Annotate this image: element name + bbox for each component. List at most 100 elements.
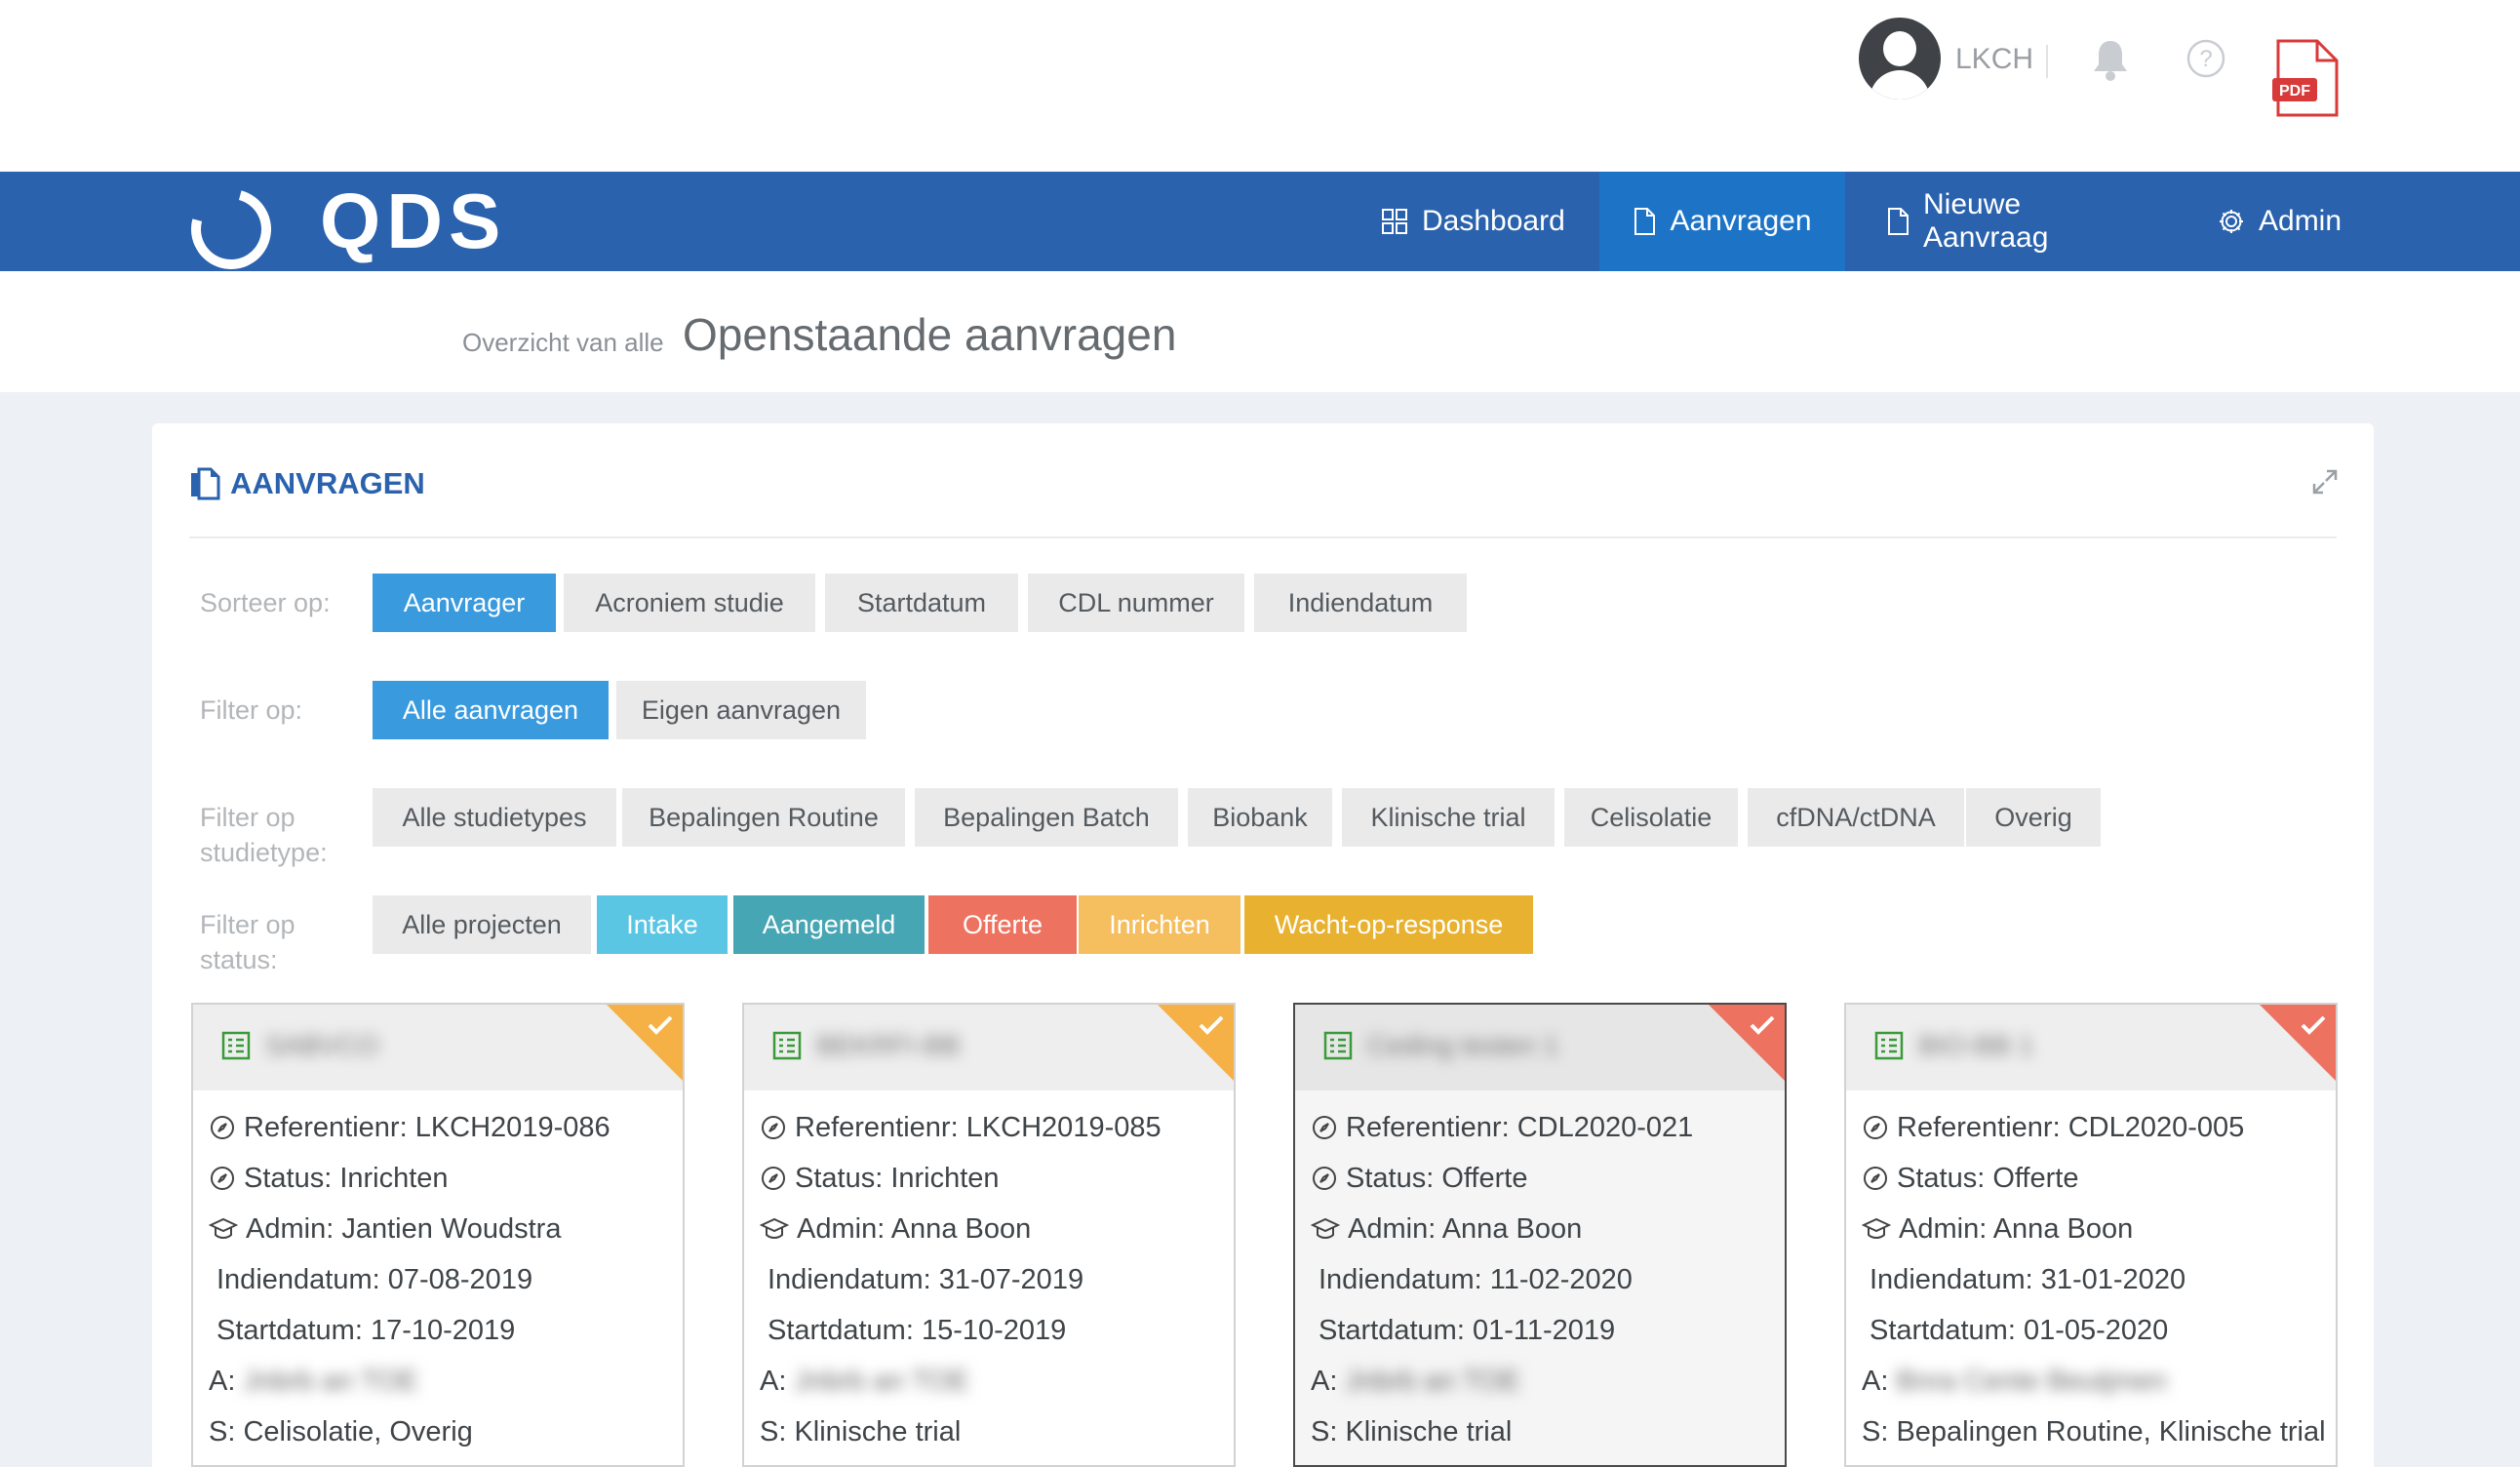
card-a-prefix: A: — [1311, 1365, 1338, 1397]
gear-icon — [2220, 210, 2243, 233]
filter-eigen-aanvragen-button[interactable]: Eigen aanvragen — [616, 681, 866, 739]
card-startdatum: Startdatum: 01-11-2019 — [1319, 1314, 1616, 1346]
card-aanvrager: A: Bnra Cente Beutjmen — [1862, 1362, 2167, 1401]
studytype-bepalingen-routine-button[interactable]: Bepalingen Routine — [622, 788, 905, 847]
compass-icon — [762, 1116, 785, 1139]
help-icon[interactable]: ? — [2186, 39, 2225, 78]
nav-dashboard-label: Dashboard — [1422, 205, 1565, 237]
qds-logo-text[interactable]: QDS — [320, 178, 506, 265]
nav-nieuwe-aanvraag[interactable]: Nieuwe Aanvraag — [1886, 172, 2149, 271]
card-admin: Admin: Anna Boon — [1311, 1209, 1582, 1249]
studytype-klinische-trial-button[interactable]: Klinische trial — [1342, 788, 1555, 847]
card-ref: Referentienr: CDL2020-005 — [1862, 1108, 2244, 1147]
status-offerte-button[interactable]: Offerte — [928, 895, 1077, 954]
card-studietype: S: Klinische trial — [1311, 1415, 1513, 1447]
card-title: BIO-BB 1 — [1918, 1030, 2034, 1060]
card-status: Status: Inrichten — [760, 1159, 1000, 1198]
sort-cdl-nummer-button[interactable]: CDL nummer — [1028, 574, 1244, 632]
nav-admin[interactable]: Admin — [2218, 172, 2348, 271]
compass-icon — [1313, 1167, 1336, 1190]
studytype-label-line1: Filter op — [200, 803, 295, 832]
card-header: Ceding testen 1 — [1295, 1005, 1785, 1090]
expand-icon[interactable] — [2311, 468, 2339, 496]
nav-dashboard[interactable]: Dashboard — [1381, 172, 1566, 271]
status-alle-projecten-button[interactable]: Alle projecten — [373, 895, 591, 954]
user-name[interactable]: LKCH — [1955, 43, 2033, 76]
card-a-prefix: A: — [209, 1365, 236, 1397]
avatar-shoulders — [1870, 70, 1930, 99]
card-indiendatum: Indiendatum: 11-02-2020 — [1319, 1263, 1633, 1295]
aanvragen-panel: AANVRAGEN Sorteer op: Aanvrager Acroniem… — [152, 423, 2374, 1467]
studytype-celisolatie-button[interactable]: Celisolatie — [1564, 788, 1738, 847]
filter-alle-aanvragen-button[interactable]: Alle aanvragen — [373, 681, 609, 739]
avatar-head — [1883, 31, 1916, 66]
request-card[interactable]: Ceding testen 1 Referentienr: CDL2020-02… — [1293, 1003, 1787, 1467]
card-status-text: Status: Offerte — [1897, 1162, 2079, 1194]
card-studietype: S: Celisolatie, Overig — [209, 1415, 473, 1447]
spreadsheet-icon — [1874, 1031, 1904, 1060]
compass-icon — [1864, 1116, 1887, 1139]
svg-text:?: ? — [2199, 46, 2212, 72]
card-ref: Referentienr: CDL2020-021 — [1311, 1108, 1693, 1147]
card-status-text: Status: Inrichten — [795, 1162, 1000, 1194]
filter-label: Filter op: — [200, 695, 303, 725]
compass-icon — [1313, 1116, 1336, 1139]
card-ref-text: Referentienr: LKCH2019-085 — [795, 1111, 1162, 1143]
card-title: BEKRFI-BB — [816, 1030, 961, 1060]
graduation-cap-icon — [1862, 1217, 1891, 1239]
card-title: Ceding testen 1 — [1367, 1030, 1559, 1060]
status-aangemeld-button[interactable]: Aangemeld — [733, 895, 925, 954]
request-card[interactable]: BIO-BB 1 Referentienr: CDL2020-005 Statu… — [1844, 1003, 2338, 1467]
status-label-line1: Filter op — [200, 910, 295, 939]
compass-icon — [211, 1116, 234, 1139]
card-aanvrager: A: Jnbrb an TOE — [1311, 1362, 1520, 1401]
check-icon — [2301, 1015, 2326, 1035]
studytype-alle-button[interactable]: Alle studietypes — [373, 788, 616, 847]
studytype-overig-button[interactable]: Overig — [1966, 788, 2101, 847]
page-subtitle: Overzicht van alle — [462, 328, 664, 357]
card-aanvrager: A: Jnbrb an TOE — [760, 1362, 969, 1401]
check-icon — [1199, 1015, 1224, 1035]
card-status-text: Status: Inrichten — [244, 1162, 449, 1194]
status-wacht-op-response-button[interactable]: Wacht-op-response — [1244, 895, 1533, 954]
card-header: SABVCO — [193, 1005, 683, 1090]
spreadsheet-icon — [221, 1031, 251, 1060]
card-status: Status: Offerte — [1862, 1159, 2078, 1198]
qds-logo-icon[interactable] — [176, 174, 287, 285]
sort-indiendatum-button[interactable]: Indiendatum — [1254, 574, 1467, 632]
status-inrichten-button[interactable]: Inrichten — [1079, 895, 1240, 954]
card-aanvrager: A: Jnbrb an TOE — [209, 1362, 418, 1401]
sort-label: Sorteer op: — [200, 588, 331, 617]
card-admin-text: Admin: Anna Boon — [1899, 1212, 2134, 1245]
card-indiendatum: Indiendatum: 31-07-2019 — [768, 1263, 1084, 1295]
sort-aanvrager-button[interactable]: Aanvrager — [373, 574, 556, 632]
card-header: BIO-BB 1 — [1846, 1005, 2336, 1090]
card-status-text: Status: Offerte — [1346, 1162, 1528, 1194]
studytype-bepalingen-batch-button[interactable]: Bepalingen Batch — [915, 788, 1178, 847]
card-startdatum: Startdatum: 17-10-2019 — [217, 1314, 516, 1346]
page-title: Openstaande aanvragen — [683, 309, 1177, 360]
studytype-cfdna-button[interactable]: cfDNA/ctDNA — [1748, 788, 1964, 847]
card-status: Status: Offerte — [1311, 1159, 1527, 1198]
card-admin-text: Admin: Jantien Woudstra — [246, 1212, 562, 1245]
card-startdatum: Startdatum: 01-05-2020 — [1870, 1314, 2169, 1346]
pdf-icon[interactable]: PDF — [2272, 37, 2341, 119]
status-intake-button[interactable]: Intake — [597, 895, 728, 954]
request-card[interactable]: SABVCO Referentienr: LKCH2019-086 Status… — [191, 1003, 685, 1467]
sort-acroniem-button[interactable]: Acroniem studie — [564, 574, 815, 632]
bell-icon[interactable] — [2091, 37, 2130, 82]
card-ref-text: Referentienr: CDL2020-005 — [1897, 1111, 2245, 1143]
graduation-cap-icon — [209, 1217, 238, 1239]
sort-startdatum-button[interactable]: Startdatum — [825, 574, 1018, 632]
user-avatar[interactable] — [1859, 18, 1941, 99]
nav-aanvragen[interactable]: Aanvragen — [1599, 172, 1845, 271]
request-card[interactable]: BEKRFI-BB Referentienr: LKCH2019-085 Sta… — [742, 1003, 1236, 1467]
card-startdatum: Startdatum: 15-10-2019 — [768, 1314, 1067, 1346]
topbar-divider — [2046, 45, 2048, 78]
studytype-biobank-button[interactable]: Biobank — [1188, 788, 1332, 847]
card-ref-text: Referentienr: LKCH2019-086 — [244, 1111, 610, 1143]
card-ref: Referentienr: LKCH2019-085 — [760, 1108, 1162, 1147]
check-icon — [1750, 1015, 1775, 1035]
main-navbar: QDS Dashboard Aanvragen Nieuwe Aanvraag … — [0, 172, 2520, 285]
check-icon — [648, 1015, 673, 1035]
